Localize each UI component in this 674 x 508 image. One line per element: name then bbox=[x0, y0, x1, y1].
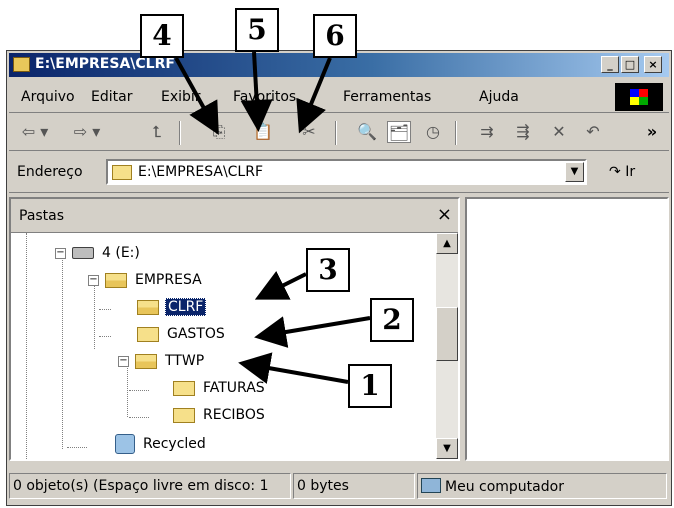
tree-item-clrf[interactable]: CLRF bbox=[137, 296, 207, 318]
menu-bar: Arquivo Editar Exibir Favoritos Ferramen… bbox=[9, 81, 669, 113]
toolbar-separator bbox=[179, 121, 181, 145]
tree-line bbox=[129, 390, 149, 391]
tree-item-empresa[interactable]: − EMPRESA bbox=[88, 269, 204, 291]
toolbar-separator bbox=[335, 121, 337, 145]
toolbar: ⇦ ▾ ⇨ ▾ ⮤ ⎘ 📋 ✂ 🔍 🗂 ◷ ⇉ ⇶ ✕ ↶ » bbox=[9, 115, 669, 151]
tree-item-drive-e[interactable]: − 4 (E:) bbox=[55, 242, 142, 264]
windows-logo-icon bbox=[615, 83, 663, 111]
folder-tree: − 4 (E:) − EMPRESA CLRF GASTOS − TTWP FA… bbox=[11, 233, 434, 459]
callout-3: 3 bbox=[306, 248, 350, 292]
tree-item-label: GASTOS bbox=[167, 326, 225, 342]
callout-5: 5 bbox=[235, 8, 279, 52]
callout-2: 2 bbox=[370, 298, 414, 342]
address-value[interactable]: E:\EMPRESA\CLRF bbox=[138, 164, 263, 180]
collapse-icon[interactable]: − bbox=[55, 247, 66, 259]
minimize-button[interactable]: _ bbox=[601, 56, 619, 73]
vertical-scrollbar[interactable]: ▲ ▼ bbox=[436, 233, 458, 459]
recycle-bin-icon bbox=[115, 434, 135, 454]
maximize-button[interactable]: □ bbox=[621, 56, 639, 73]
status-size: 0 bytes bbox=[293, 473, 415, 499]
tree-item-recibos[interactable]: RECIBOS bbox=[173, 404, 267, 426]
go-arrow-icon: ↷ bbox=[609, 164, 621, 180]
folder-icon bbox=[173, 380, 195, 396]
more-chevron-icon[interactable]: » bbox=[641, 121, 663, 143]
forward-icon[interactable]: ⇨ ▾ bbox=[67, 121, 107, 143]
scroll-down-icon[interactable]: ▼ bbox=[436, 438, 458, 459]
tree-line bbox=[99, 336, 111, 337]
tree-item-label: TTWP bbox=[165, 353, 205, 369]
folder-icon bbox=[137, 326, 159, 342]
contents-pane[interactable] bbox=[465, 197, 669, 461]
history-icon[interactable]: ◷ bbox=[421, 121, 445, 143]
go-button[interactable]: ↷ Ir bbox=[609, 164, 635, 180]
folder-icon bbox=[112, 165, 132, 180]
callout-4: 4 bbox=[140, 14, 184, 58]
chevron-down-icon[interactable]: ▼ bbox=[565, 162, 584, 182]
undo-icon[interactable]: ↶ bbox=[581, 121, 605, 143]
go-label: Ir bbox=[625, 164, 636, 180]
tree-line bbox=[26, 233, 27, 459]
scroll-thumb[interactable] bbox=[436, 307, 458, 361]
tree-item-label: FATURAS bbox=[203, 380, 265, 396]
close-icon[interactable]: × bbox=[437, 204, 452, 225]
paste-icon[interactable]: 📋 bbox=[251, 121, 275, 143]
tree-item-recycled[interactable]: Recycled bbox=[115, 433, 208, 455]
status-objects: 0 objeto(s) (Espaço livre em disco: 1 bbox=[9, 473, 291, 499]
tree-item-label: RECIBOS bbox=[203, 407, 265, 423]
tree-line bbox=[62, 253, 63, 449]
delete-icon[interactable]: ✕ bbox=[547, 121, 571, 143]
menu-ajuda[interactable]: Ajuda bbox=[479, 89, 519, 105]
folders-pane-header: Pastas × bbox=[11, 199, 458, 233]
folder-icon bbox=[13, 57, 30, 72]
folders-icon[interactable]: 🗂 bbox=[387, 121, 411, 143]
callout-6: 6 bbox=[313, 14, 357, 58]
menu-editar[interactable]: Editar bbox=[91, 89, 132, 105]
tree-line bbox=[127, 365, 128, 417]
tree-item-faturas[interactable]: FATURAS bbox=[173, 377, 267, 399]
tree-item-label: EMPRESA bbox=[135, 272, 202, 288]
copy-to-icon[interactable]: ⇶ bbox=[511, 121, 535, 143]
menu-ferramentas[interactable]: Ferramentas bbox=[343, 89, 431, 105]
menu-exibir[interactable]: Exibir bbox=[161, 89, 201, 105]
tree-item-ttwp[interactable]: − TTWP bbox=[118, 350, 206, 372]
folder-open-icon bbox=[105, 272, 127, 288]
folder-icon bbox=[173, 407, 195, 423]
address-bar: Endereço E:\EMPRESA\CLRF ▼ ↷ Ir bbox=[9, 153, 669, 193]
search-icon[interactable]: 🔍 bbox=[355, 121, 379, 143]
address-label: Endereço bbox=[17, 164, 83, 180]
status-zone-label: Meu computador bbox=[445, 479, 564, 495]
tree-item-gastos[interactable]: GASTOS bbox=[137, 323, 227, 345]
folder-open-icon bbox=[137, 299, 159, 315]
address-input[interactable]: E:\EMPRESA\CLRF ▼ bbox=[106, 159, 587, 185]
toolbar-separator bbox=[455, 121, 457, 145]
scroll-up-icon[interactable]: ▲ bbox=[436, 233, 458, 254]
tree-line bbox=[67, 447, 87, 448]
menu-favoritos[interactable]: Favoritos bbox=[233, 89, 296, 105]
tree-item-label-selected: CLRF bbox=[165, 298, 207, 316]
menu-arquivo[interactable]: Arquivo bbox=[21, 89, 75, 105]
tree-item-label: Recycled bbox=[143, 436, 206, 452]
tree-line bbox=[129, 417, 149, 418]
collapse-icon[interactable]: − bbox=[118, 355, 129, 367]
tree-line bbox=[99, 309, 111, 310]
callout-1: 1 bbox=[348, 364, 392, 408]
window-title: E:\EMPRESA\CLRF bbox=[35, 56, 175, 72]
up-folder-icon[interactable]: ⮤ bbox=[145, 121, 169, 143]
status-bar: 0 objeto(s) (Espaço livre em disco: 1 0 … bbox=[9, 467, 669, 503]
copy-icon[interactable]: ⎘ bbox=[207, 121, 231, 143]
back-icon[interactable]: ⇦ ▾ bbox=[15, 121, 55, 143]
move-to-icon[interactable]: ⇉ bbox=[475, 121, 499, 143]
close-button[interactable]: × bbox=[644, 56, 662, 73]
folder-open-icon bbox=[135, 353, 157, 369]
tree-item-label: 4 (E:) bbox=[102, 245, 140, 261]
folders-pane-title: Pastas bbox=[19, 208, 65, 224]
my-computer-icon bbox=[421, 478, 441, 493]
collapse-icon[interactable]: − bbox=[88, 274, 99, 286]
status-zone: Meu computador bbox=[417, 473, 667, 499]
cut-icon[interactable]: ✂ bbox=[297, 121, 321, 143]
drive-icon bbox=[72, 247, 94, 259]
